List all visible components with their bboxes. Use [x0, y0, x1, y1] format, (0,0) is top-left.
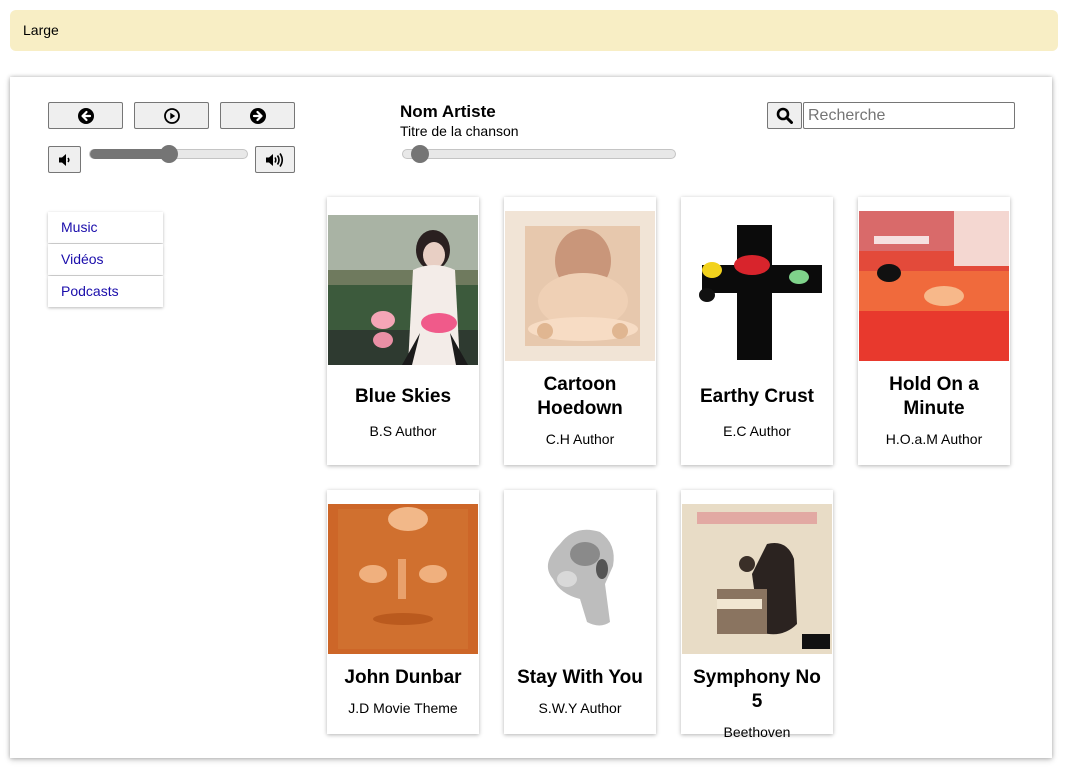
song-title: Titre de la chanson [400, 123, 519, 139]
album-cover-image [859, 211, 1009, 361]
album-card[interactable]: Symphony No 5 Beethoven [681, 490, 833, 740]
album-author: B.S Author [369, 423, 437, 439]
progress-slider-thumb[interactable] [411, 145, 429, 163]
search-icon [776, 107, 793, 124]
album-title: Symphony No 5 [693, 667, 821, 712]
volume-slider-fill [90, 149, 169, 159]
album-card[interactable]: Hold On a Minute H.O.a.M Author [858, 197, 1010, 465]
album-card[interactable]: Earthy Crust E.C Author [681, 197, 833, 465]
volume-slider-thumb[interactable] [159, 145, 178, 163]
album-cover-image [328, 215, 478, 365]
next-button[interactable] [220, 102, 295, 129]
volume-slider[interactable] [89, 145, 248, 163]
album-cover-image [505, 504, 655, 654]
volume-up-button[interactable] [255, 146, 295, 173]
volume-down-button[interactable] [48, 146, 81, 173]
album-author: H.O.a.M Author [885, 431, 983, 447]
album-author: S.W.Y Author [538, 700, 622, 716]
album-title: Hold On a Minute [889, 374, 979, 419]
volume-low-icon [58, 153, 70, 166]
album-title: John Dunbar [344, 667, 462, 688]
album-title: Cartoon Hoedown [537, 374, 623, 419]
album-author: J.D Movie Theme [348, 700, 458, 716]
album-card[interactable]: Stay With You S.W.Y Author [504, 490, 656, 734]
arrow-right-icon [249, 107, 266, 124]
album-title: Stay With You [517, 667, 643, 688]
category-nav: Music Vidéos Podcasts [48, 212, 163, 308]
album-card[interactable]: Blue Skies B.S Author [327, 197, 479, 465]
album-author: E.C Author [723, 423, 791, 439]
album-title: Blue Skies [354, 386, 452, 407]
album-card[interactable]: Cartoon Hoedown C.H Author [504, 197, 656, 465]
album-author: C.H Author [545, 431, 615, 447]
nav-item-podcasts[interactable]: Podcasts [48, 276, 163, 307]
size-banner: Large [10, 10, 1058, 51]
album-title: Earthy Crust [699, 386, 815, 407]
album-card[interactable]: John Dunbar J.D Movie Theme [327, 490, 479, 734]
volume-high-icon [266, 152, 284, 167]
player-panel: Nom Artiste Titre de la chanson Music Vi… [10, 77, 1052, 758]
search-button[interactable] [767, 102, 802, 129]
album-cover-image [682, 215, 832, 365]
nav-item-videos[interactable]: Vidéos [48, 244, 163, 275]
play-button[interactable] [134, 102, 209, 129]
artist-name: Nom Artiste [400, 102, 496, 121]
play-icon [163, 107, 180, 124]
previous-button[interactable] [48, 102, 123, 129]
album-cover-image [682, 504, 832, 654]
search-input[interactable] [803, 102, 1015, 129]
arrow-left-icon [77, 107, 94, 124]
album-cover-image [328, 504, 478, 654]
album-author: Beethoven [723, 724, 791, 740]
album-cover-image [505, 211, 655, 361]
nav-item-music[interactable]: Music [48, 212, 163, 243]
progress-slider[interactable] [402, 145, 676, 163]
